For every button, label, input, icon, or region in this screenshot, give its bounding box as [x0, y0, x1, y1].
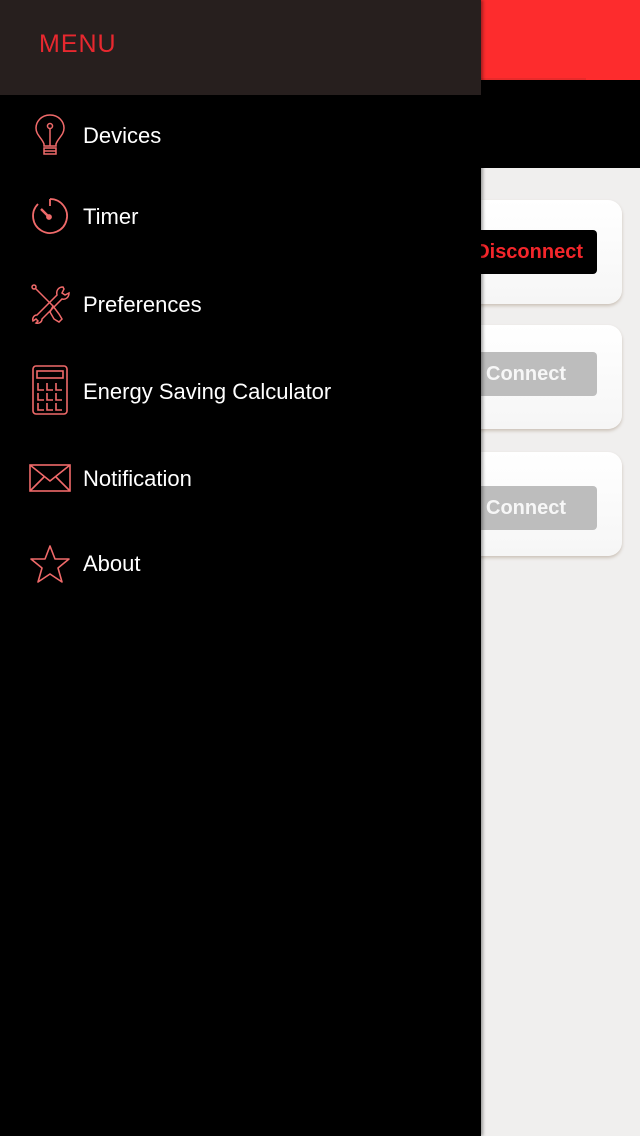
menu-item-label: Preferences — [83, 292, 202, 317]
menu-item-label: Energy Saving Calculator — [83, 379, 332, 404]
menu-item-label: Notification — [83, 466, 192, 491]
menu-item-timer[interactable]: Timer — [0, 186, 481, 246]
calculator-icon — [28, 362, 72, 418]
menu-item-preferences[interactable]: Preferences — [0, 274, 481, 334]
menu-item-label: Devices — [83, 123, 162, 148]
drawer-title: MENU — [39, 30, 117, 58]
tools-icon — [28, 278, 72, 330]
timer-icon — [28, 190, 72, 242]
menu-item-about[interactable]: About — [0, 536, 481, 596]
menu-item-label: Timer — [83, 204, 139, 229]
menu-item-energy-saving-calculator[interactable]: Energy Saving Calculator — [0, 362, 481, 422]
star-icon — [28, 538, 72, 590]
lightbulb-icon — [28, 110, 72, 162]
menu-item-label: About — [83, 551, 141, 576]
navigation-drawer: MENU Devices Timer Preferences Energy Sa… — [0, 0, 481, 1136]
envelope-icon — [28, 452, 72, 504]
menu-item-notification[interactable]: Notification — [0, 450, 481, 510]
menu-item-devices[interactable]: Devices — [0, 106, 481, 166]
drawer-header: MENU — [0, 0, 481, 95]
